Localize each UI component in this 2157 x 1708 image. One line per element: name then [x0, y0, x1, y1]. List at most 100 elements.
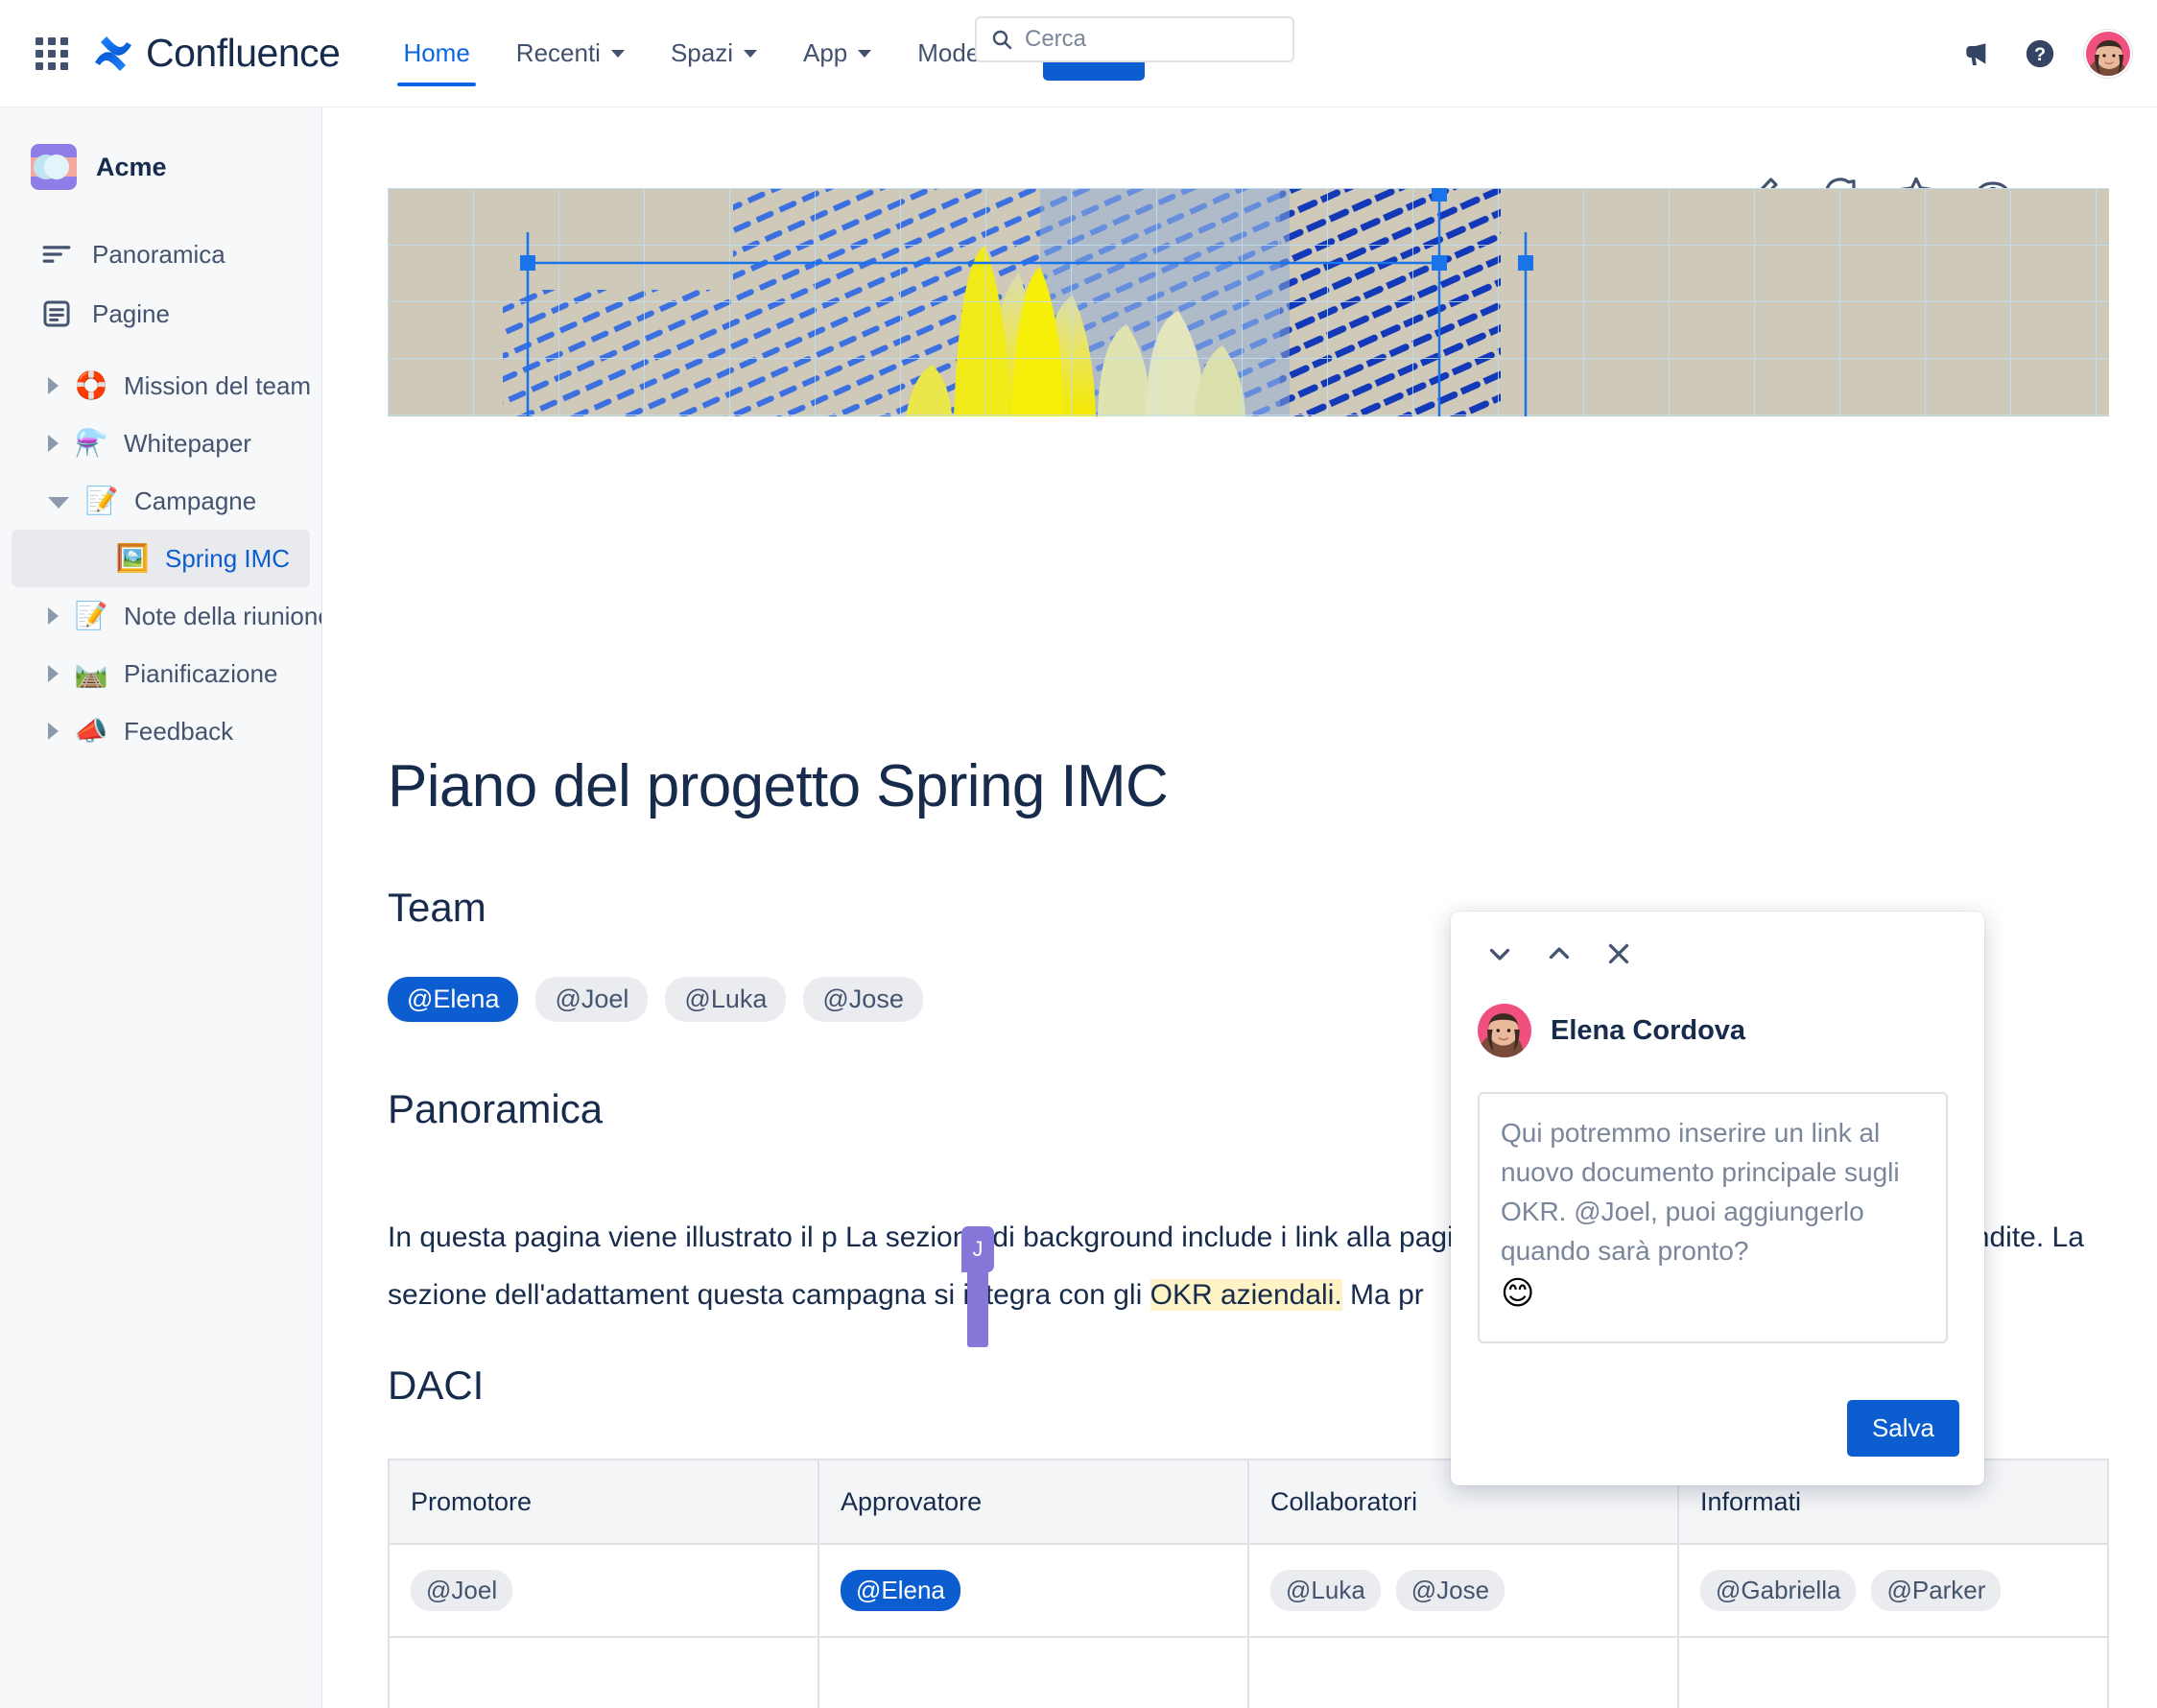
page-title: Piano del progetto Spring IMC [388, 753, 1169, 819]
chevron-right-icon[interactable] [48, 723, 59, 740]
comment-editor-input[interactable]: Qui potremmo inserire un link al nuovo d… [1478, 1092, 1948, 1343]
alembic-flask-icon: ⚗️ [74, 427, 108, 459]
tree-item-label: Feedback [124, 716, 234, 746]
nav-item-label: App [803, 38, 848, 67]
space-sidebar: Acme Panoramica Pagine 🛟 Mission del tea… [0, 107, 322, 1708]
tree-item-label: Campagne [134, 486, 257, 515]
sidebar-item-panoramica[interactable]: Panoramica [12, 225, 310, 284]
nav-item-home[interactable]: Home [380, 0, 492, 107]
chevron-right-icon[interactable] [48, 377, 59, 394]
sidebar-item-label: Pagine [92, 298, 170, 328]
cell-empty[interactable] [1677, 1636, 2109, 1708]
chevron-up-icon[interactable] [1537, 932, 1581, 976]
mention-chip[interactable]: @Parker [1871, 1570, 2002, 1611]
grid-apps-icon[interactable] [33, 35, 71, 73]
motorway-road-icon: 🛤️ [74, 657, 108, 689]
paragraph-line-4-pre: integra con gli [962, 1279, 1150, 1311]
sidebar-item-label: Panoramica [92, 239, 225, 269]
chevron-down-icon[interactable] [48, 497, 69, 509]
megaphone-notification-icon[interactable] [1957, 35, 1996, 73]
paragraph-line-1b: La sezione di background [844, 1222, 1173, 1253]
cell-empty[interactable] [818, 1636, 1249, 1708]
overview-lines-icon [38, 236, 75, 273]
tree-item-campagne[interactable]: 📝 Campagne [12, 472, 310, 530]
nav-item-recenti[interactable]: Recenti [493, 0, 648, 107]
cell-collaboratori[interactable]: @Luka @Jose [1247, 1543, 1679, 1638]
chevron-down-icon[interactable] [1478, 932, 1522, 976]
user-avatar [1478, 1004, 1531, 1057]
save-button[interactable]: Salva [1846, 1400, 1959, 1457]
tree-item-label: Spring IMC [165, 543, 291, 573]
svg-text:?: ? [2034, 44, 2046, 65]
nav-item-label: Recenti [515, 38, 601, 67]
mention-chip[interactable]: @Gabriella [1700, 1570, 1857, 1611]
tree-item-feedback[interactable]: 📣 Feedback [12, 702, 310, 760]
help-question-icon[interactable]: ? [2021, 35, 2059, 73]
mention-chip[interactable]: @Elena [841, 1570, 960, 1611]
confluence-brand-home-link[interactable]: Confluence [92, 31, 341, 76]
highlighted-text-okr[interactable]: OKR aziendali. [1150, 1279, 1342, 1311]
team-mention-chips: @Elena @Joel @Luka @Jose [388, 977, 923, 1022]
tree-item-label: Mission del team [124, 370, 312, 400]
paragraph-line-4-post: Ma pr [1341, 1279, 1424, 1311]
chevron-down-icon [744, 49, 757, 58]
tree-item-note-della-riunione[interactable]: 📝 Note della riunione [12, 587, 321, 645]
cell-empty[interactable] [388, 1636, 819, 1708]
cell-approvatore[interactable]: @Elena [818, 1543, 1249, 1638]
table-row: @Joel @Elena @Luka @Jose @Gabriella @Par… [388, 1543, 2109, 1638]
heading-daci: DACI [388, 1363, 485, 1408]
nav-item-spazi[interactable]: Spazi [648, 0, 780, 107]
mention-chip[interactable]: @Joel [411, 1570, 513, 1611]
chevron-right-icon[interactable] [48, 435, 59, 452]
megaphone-icon: 📣 [74, 715, 108, 747]
mention-chip[interactable]: @Luka [1270, 1570, 1381, 1611]
chevron-down-icon [610, 49, 625, 58]
mention-chip[interactable]: @Jose [1395, 1570, 1505, 1611]
page-content: Campagne / Piano del progetto Spring IMC [322, 107, 2157, 1708]
cell-informati[interactable]: @Gabriella @Parker [1677, 1543, 2109, 1638]
smiling-face-emoji: 😊 [1501, 1274, 1535, 1313]
brand-name: Confluence [146, 31, 341, 75]
cell-promotore[interactable]: @Joel [388, 1543, 819, 1638]
user-avatar[interactable] [2084, 30, 2132, 78]
comment-author: Elena Cordova [1478, 1004, 1745, 1057]
search-placeholder: Cerca [1025, 26, 1087, 52]
inline-comment-popup: Elena Cordova Qui potremmo inserire un l… [1451, 912, 1984, 1485]
top-navigation-bar: Confluence Home Recenti Spazi App Modell… [0, 0, 2157, 107]
memo-notepad-icon: 📝 [84, 485, 119, 516]
lifebuoy-icon: 🛟 [74, 369, 108, 401]
paragraph-line-1a: In questa pagina viene illustrato il p [388, 1222, 838, 1253]
collaborator-cursor-initial: J [961, 1226, 994, 1272]
cell-empty[interactable] [1247, 1636, 1679, 1708]
hero-banner-image [388, 188, 2109, 416]
paragraph-line-3b: questa campagna si [697, 1279, 956, 1311]
daci-table: Promotore Approvatore Collaboratori Info… [388, 1459, 2109, 1708]
search-icon [990, 28, 1013, 51]
mention-chip[interactable]: @Joel [535, 977, 649, 1022]
acme-space-logo [31, 144, 77, 190]
chevron-right-icon[interactable] [48, 607, 59, 625]
collaborator-cursor: J [961, 1226, 994, 1347]
nav-item-label: Home [403, 38, 470, 67]
tree-item-pianificazione[interactable]: 🛤️ Pianificazione [12, 645, 310, 702]
popup-toolbar [1478, 929, 1959, 979]
mention-chip[interactable]: @Jose [803, 977, 923, 1022]
memo-notepad-icon: 📝 [74, 600, 108, 631]
space-name: Acme [96, 152, 167, 181]
space-header[interactable]: Acme [0, 107, 321, 190]
nav-item-app[interactable]: App [780, 0, 894, 107]
pages-document-icon [38, 296, 75, 332]
table-row-empty [388, 1636, 2109, 1708]
mention-chip[interactable]: @Elena [388, 977, 519, 1022]
mention-chip[interactable]: @Luka [665, 977, 787, 1022]
chevron-right-icon[interactable] [48, 665, 59, 682]
tree-item-whitepaper[interactable]: ⚗️ Whitepaper [12, 415, 310, 472]
search-input[interactable]: Cerca [975, 16, 1294, 62]
tree-item-label: Whitepaper [124, 428, 251, 458]
heading-panoramica: Panoramica [388, 1086, 604, 1131]
tree-item-mission-del-team[interactable]: 🛟 Mission del team [12, 357, 312, 415]
tree-item-spring-imc[interactable]: 🖼️ Spring IMC [12, 530, 310, 587]
sidebar-item-pagine[interactable]: Pagine [12, 284, 310, 344]
chevron-down-icon [858, 49, 872, 58]
close-x-icon[interactable] [1597, 932, 1641, 976]
